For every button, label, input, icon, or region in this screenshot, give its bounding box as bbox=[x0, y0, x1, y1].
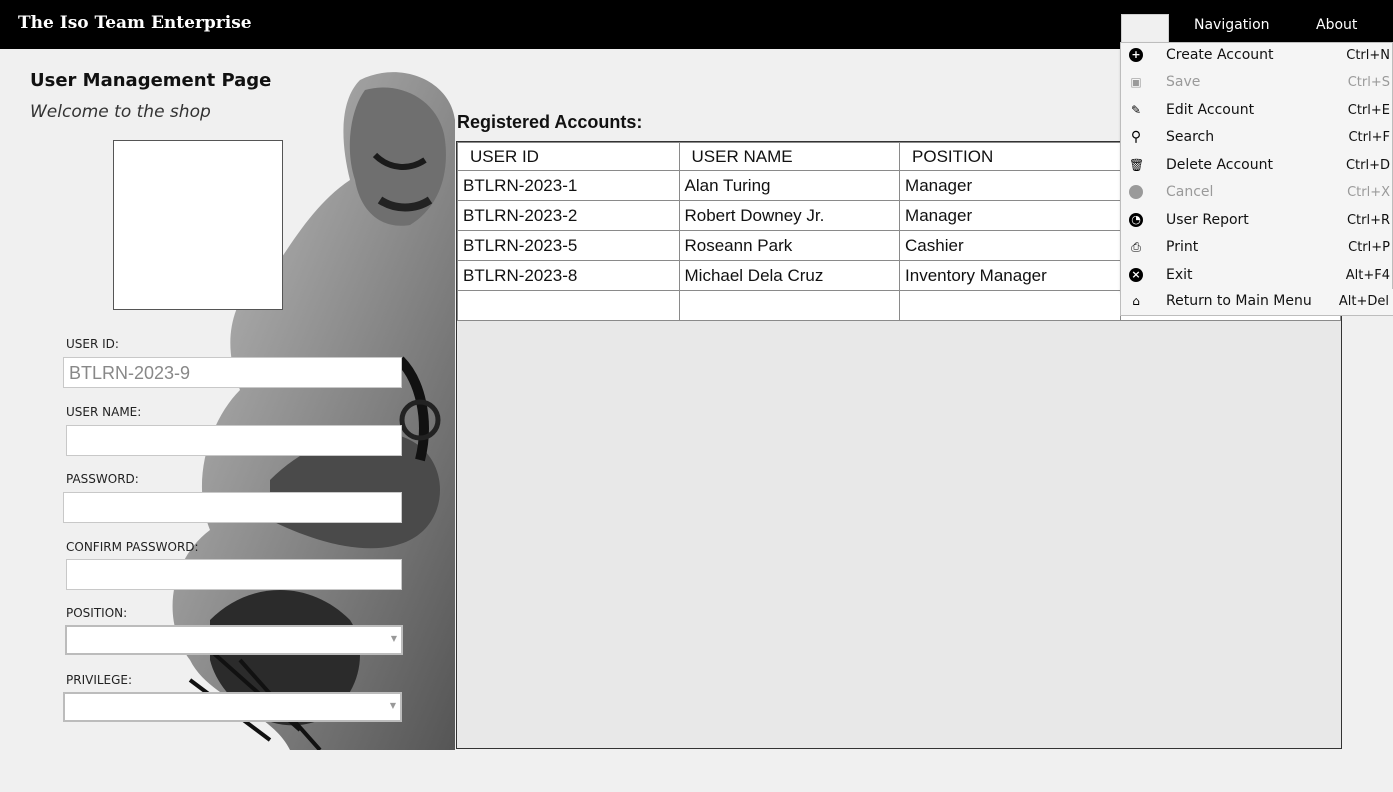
password-field[interactable] bbox=[63, 492, 402, 523]
privilege-label: PRIVILEGE: bbox=[66, 673, 133, 687]
cell-position[interactable]: Manager bbox=[899, 200, 1121, 231]
menu-item-label: Save bbox=[1166, 74, 1201, 90]
menu-item-label: Cancel bbox=[1166, 184, 1214, 200]
menu-item-shortcut: Ctrl+P bbox=[1348, 240, 1390, 255]
menu-item-shortcut: Ctrl+F bbox=[1348, 130, 1390, 145]
user-name-field[interactable] bbox=[66, 425, 402, 456]
password-label: PASSWORD: bbox=[66, 472, 139, 486]
close-circle-icon: × bbox=[1129, 268, 1143, 282]
menu-navigation[interactable]: Navigation bbox=[1194, 17, 1270, 33]
menu-item-delete-account[interactable]: 🗑 Delete Account Ctrl+D bbox=[1121, 153, 1393, 180]
app-title: The Iso Team Enterprise bbox=[18, 13, 252, 33]
file-menu-dropdown: + Create Account Ctrl+N ▣ Save Ctrl+S ✎ … bbox=[1120, 42, 1393, 291]
menu-item-shortcut: Ctrl+R bbox=[1346, 213, 1390, 228]
user-id-field[interactable]: BTLRN-2023-9 bbox=[63, 357, 402, 388]
menu-item-label: Return to Main Menu bbox=[1166, 293, 1312, 309]
search-icon: ⚲ bbox=[1130, 129, 1142, 145]
menu-item-label: Edit Account bbox=[1166, 102, 1255, 118]
menu-item-shortcut: Alt+F4 bbox=[1345, 268, 1390, 283]
cell-user-name[interactable]: Robert Downey Jr. bbox=[678, 200, 901, 231]
cell-position[interactable]: Inventory Manager bbox=[899, 260, 1121, 291]
report-icon: ◔ bbox=[1129, 213, 1143, 227]
plus-circle-icon: + bbox=[1129, 48, 1143, 62]
cell-position[interactable]: Manager bbox=[899, 170, 1121, 201]
printer-icon: ⎙ bbox=[1131, 240, 1141, 254]
menu-item-shortcut: Alt+Del bbox=[1338, 294, 1389, 309]
cell-user-id[interactable]: BTLRN-2023-5 bbox=[457, 230, 680, 261]
page-title: User Management Page bbox=[30, 70, 272, 91]
menu-item-label: Delete Account bbox=[1166, 157, 1273, 173]
cell-user-id[interactable]: BTLRN-2023-8 bbox=[457, 260, 680, 291]
cell-position[interactable]: Cashier bbox=[899, 230, 1121, 261]
menu-item-edit-account[interactable]: ✎ Edit Account Ctrl+E bbox=[1121, 98, 1393, 125]
menu-item-cancel[interactable]: − Cancel Ctrl+X bbox=[1121, 180, 1393, 207]
position-label: POSITION: bbox=[66, 606, 128, 620]
confirm-password-field[interactable] bbox=[66, 559, 402, 590]
cell-user-name[interactable]: Michael Dela Cruz bbox=[678, 260, 901, 291]
cell-user-name[interactable]: Alan Turing bbox=[678, 170, 901, 201]
menu-item-print[interactable]: ⎙ Print Ctrl+P bbox=[1121, 235, 1393, 262]
cell-user-id[interactable]: BTLRN-2023-1 bbox=[457, 170, 680, 201]
column-header-user-id[interactable]: USER ID bbox=[457, 142, 680, 171]
user-photo-box[interactable] bbox=[113, 140, 283, 310]
menu-about[interactable]: About bbox=[1316, 17, 1357, 33]
column-header-user-name[interactable]: USER NAME bbox=[678, 142, 901, 171]
menu-item-label: Exit bbox=[1166, 267, 1193, 283]
confirm-password-label: CONFIRM PASSWORD: bbox=[66, 540, 199, 554]
column-header-position[interactable]: POSITION bbox=[899, 142, 1121, 171]
privilege-select[interactable]: ▼ bbox=[63, 692, 402, 722]
chevron-down-icon: ▼ bbox=[390, 634, 397, 643]
user-name-label: USER NAME: bbox=[66, 405, 142, 419]
pencil-icon: ✎ bbox=[1130, 103, 1142, 117]
cell-user-id[interactable]: BTLRN-2023-2 bbox=[457, 200, 680, 231]
user-id-value: BTLRN-2023-9 bbox=[69, 363, 191, 383]
menu-item-search[interactable]: ⚲ Search Ctrl+F bbox=[1121, 125, 1393, 152]
home-icon: ⌂ bbox=[1132, 294, 1140, 308]
menu-item-save[interactable]: ▣ Save Ctrl+S bbox=[1121, 70, 1393, 97]
cell-position[interactable] bbox=[899, 290, 1121, 321]
cell-user-id[interactable] bbox=[457, 290, 680, 321]
welcome-text: Welcome to the shop bbox=[30, 102, 211, 122]
menu-item-shortcut: Ctrl+S bbox=[1347, 75, 1390, 90]
trash-icon: 🗑 bbox=[1129, 158, 1145, 172]
position-select[interactable]: ▼ bbox=[65, 625, 403, 655]
menu-item-label: Print bbox=[1166, 239, 1199, 255]
menu-item-create-account[interactable]: + Create Account Ctrl+N bbox=[1121, 43, 1393, 70]
user-id-label: USER ID: bbox=[66, 337, 119, 351]
cell-user-name[interactable]: Roseann Park bbox=[678, 230, 901, 261]
minus-circle-icon: − bbox=[1129, 185, 1143, 199]
cell-user-name[interactable] bbox=[678, 290, 901, 321]
floppy-icon: ▣ bbox=[1130, 75, 1142, 89]
menu-item-shortcut: Ctrl+N bbox=[1346, 48, 1390, 63]
menu-item-return-main[interactable]: ⌂ Return to Main Menu Alt+Del bbox=[1120, 289, 1393, 316]
chevron-down-icon: ▼ bbox=[389, 701, 396, 710]
menu-item-label: Create Account bbox=[1166, 47, 1274, 63]
menu-item-exit[interactable]: × Exit Alt+F4 bbox=[1121, 263, 1393, 290]
menu-item-label: User Report bbox=[1166, 212, 1249, 228]
grid-title: Registered Accounts: bbox=[457, 112, 643, 132]
menu-item-shortcut: Ctrl+D bbox=[1345, 158, 1390, 173]
menu-item-shortcut: Ctrl+X bbox=[1347, 185, 1390, 200]
menu-item-label: Search bbox=[1166, 129, 1215, 145]
menu-item-user-report[interactable]: ◔ User Report Ctrl+R bbox=[1121, 208, 1393, 235]
menu-item-shortcut: Ctrl+E bbox=[1347, 103, 1390, 118]
